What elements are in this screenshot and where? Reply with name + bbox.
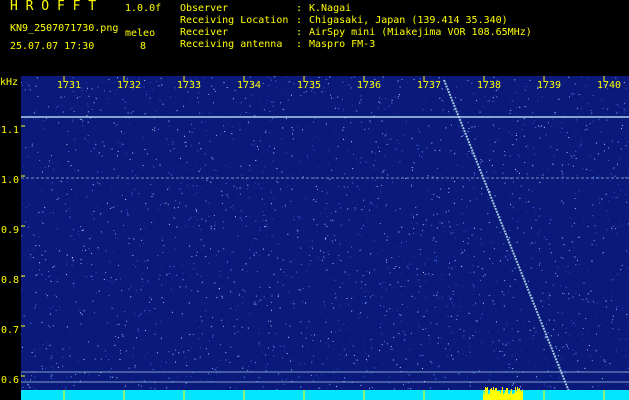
timestamp: 25.07.07 17:30: [10, 41, 95, 52]
burst-bar: [520, 390, 521, 400]
meleo-value: 8: [140, 41, 147, 52]
burst-bar: [511, 389, 512, 400]
burst-bar: [489, 394, 490, 400]
burst-bar: [496, 388, 497, 400]
waterfall-canvas: [21, 76, 629, 400]
file-name: KN9_2507071730.png: [10, 23, 119, 34]
burst-bar: [508, 394, 509, 400]
y-tick-label: 1.0: [1, 175, 20, 186]
burst-bar: [515, 387, 516, 400]
meteor-trace: [443, 79, 571, 395]
x-tick-label: 1732: [117, 80, 142, 91]
info-value-observer: K.Nagai: [309, 3, 352, 14]
info-separator: :: [296, 15, 303, 26]
x-tick-label: 1734: [237, 80, 262, 91]
x-tick-label: 1736: [357, 80, 382, 91]
burst-bar: [514, 393, 515, 400]
burst-bar: [509, 394, 510, 400]
x-tick-label: 1735: [297, 80, 322, 91]
y-tick-label: 0.7: [1, 325, 20, 336]
burst-bar: [518, 389, 519, 400]
burst-bar: [500, 393, 501, 400]
info-separator: :: [296, 39, 303, 50]
info-label-location: Receiving Location: [180, 15, 289, 26]
burst-bar: [505, 390, 506, 400]
burst-bar: [486, 388, 487, 400]
burst-bar: [510, 391, 511, 400]
burst-bar: [501, 390, 502, 400]
app-brand: H R O F F T: [10, 0, 97, 14]
info-separator: :: [296, 27, 303, 38]
burst-bar: [512, 394, 513, 400]
y-tick-label: 0.6: [1, 375, 20, 386]
info-label-observer: Observer: [180, 3, 229, 14]
burst-bar: [497, 391, 498, 400]
burst-bar: [494, 390, 495, 400]
burst-bar: [513, 394, 514, 400]
x-tick-label: 1738: [477, 80, 502, 91]
y-axis-unit: kHz: [0, 77, 19, 88]
info-value-antenna: Maspro FM-3: [309, 39, 376, 50]
info-value-location: Chigasaki, Japan (139.414 35.340): [309, 15, 508, 26]
baseline-band: [21, 390, 629, 400]
y-tick-label: 1.1: [1, 125, 20, 136]
info-value-receiver: AirSpy mini (Miakejima VOR 108.65MHz): [309, 27, 532, 38]
x-tick-label: 1740: [597, 80, 622, 91]
y-tick-label: 0.9: [1, 225, 20, 236]
burst-bar: [503, 394, 504, 400]
x-tick-label: 1733: [177, 80, 202, 91]
burst-bar: [488, 394, 489, 400]
x-tick-label: 1731: [57, 80, 82, 91]
burst-bar: [517, 387, 518, 400]
x-tick-label: 1739: [537, 80, 562, 91]
burst-bar: [493, 387, 494, 400]
burst-bar: [504, 393, 505, 400]
burst-bar: [519, 388, 520, 400]
app-version: 1.0.0f: [125, 3, 162, 14]
burst-bar: [506, 388, 507, 400]
burst-bar: [521, 391, 522, 400]
burst-bar: [502, 387, 503, 400]
burst-bar: [490, 389, 491, 400]
burst-bar: [498, 391, 499, 400]
burst-bar: [516, 391, 517, 400]
y-tick-label: 0.8: [1, 275, 20, 286]
burst-bar: [492, 390, 493, 400]
burst-bar: [487, 387, 488, 400]
spectrogram-waterfall[interactable]: [21, 76, 629, 400]
burst-bar: [522, 390, 523, 400]
burst-bar: [507, 388, 508, 400]
x-tick-label: 1737: [417, 80, 442, 91]
info-label-antenna: Receiving antenna: [180, 39, 283, 50]
info-label-receiver: Receiver: [180, 27, 229, 38]
noise-layer: [21, 76, 629, 400]
info-separator: :: [296, 3, 303, 14]
burst-bar: [491, 388, 492, 400]
burst-bar: [499, 391, 500, 400]
meleo-label: meleo: [125, 28, 156, 39]
burst-bar: [495, 388, 496, 400]
burst-bar: [485, 387, 486, 400]
